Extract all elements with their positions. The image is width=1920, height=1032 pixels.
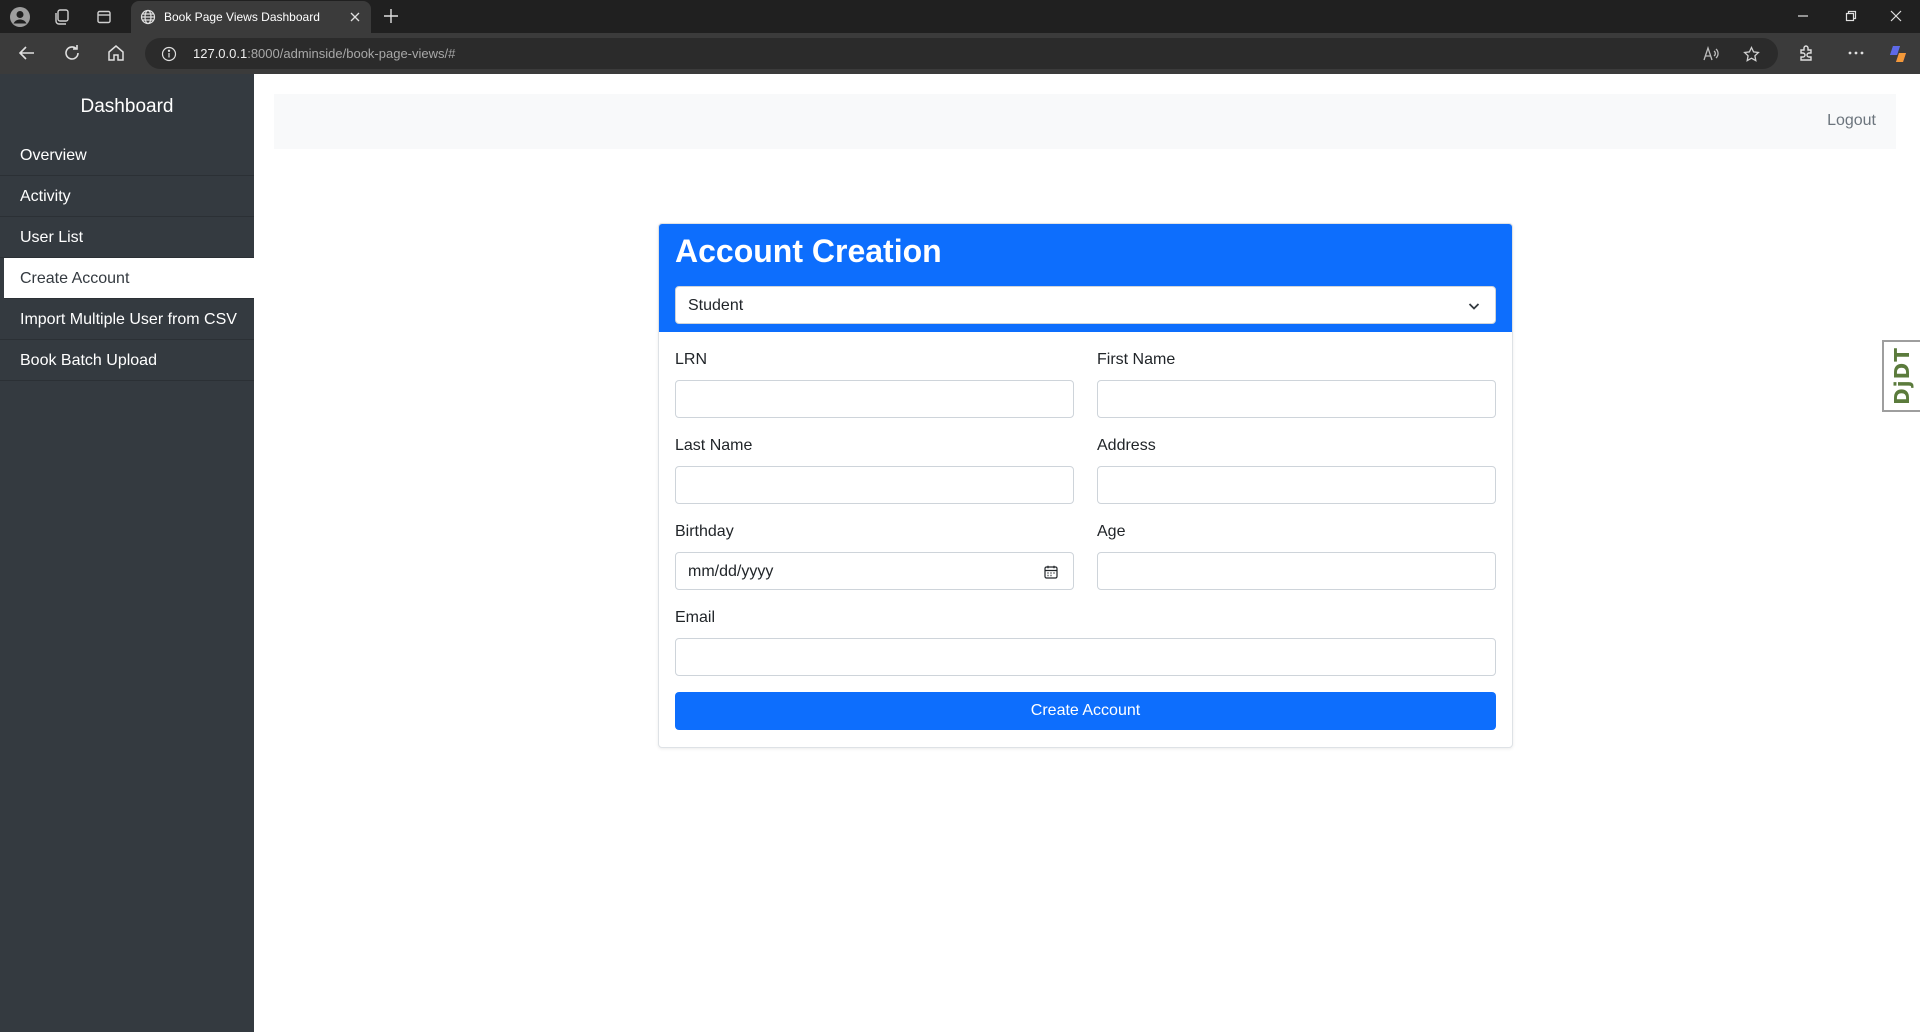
- chevron-down-icon: [1467, 299, 1481, 313]
- minimize-icon[interactable]: [1795, 8, 1811, 24]
- url-path: :8000/adminside/book-page-views/#: [247, 46, 456, 61]
- restore-icon[interactable]: [1843, 8, 1859, 24]
- lrn-label: LRN: [675, 351, 708, 368]
- last-name-field[interactable]: [675, 466, 1074, 504]
- birthday-label: Birthday: [675, 523, 734, 540]
- sidebar-item-import-csv[interactable]: Import Multiple User from CSV: [0, 299, 254, 340]
- last-name-label: Last Name: [675, 437, 753, 454]
- age-label: Age: [1097, 523, 1126, 540]
- lrn-input[interactable]: [676, 381, 1073, 417]
- age-input[interactable]: [1098, 553, 1495, 589]
- role-select-value: Student: [688, 297, 744, 314]
- logout-link[interactable]: Logout: [1827, 112, 1876, 130]
- djdt-label: DjDT: [1890, 347, 1915, 405]
- django-debug-toolbar-handle[interactable]: DjDT: [1882, 340, 1920, 412]
- create-account-button[interactable]: Create Account: [675, 692, 1496, 730]
- site-info-icon[interactable]: [161, 46, 177, 62]
- url-host: 127.0.0.1: [193, 46, 248, 61]
- page-viewport: Dashboard Overview Activity User List Cr…: [0, 74, 1920, 1032]
- browser-tab-bar: Book Page Views Dashboard: [0, 0, 1920, 33]
- email-input[interactable]: [676, 639, 1495, 675]
- tab-title: Book Page Views Dashboard: [164, 10, 320, 24]
- sidebar-item-book-batch-upload[interactable]: Book Batch Upload: [0, 340, 254, 381]
- reload-icon[interactable]: [62, 43, 82, 63]
- favorite-star-icon[interactable]: [1743, 46, 1760, 63]
- address-input[interactable]: [1098, 467, 1495, 503]
- first-name-input[interactable]: [1098, 381, 1495, 417]
- account-creation-card: Account Creation Student LRN First Name …: [658, 223, 1513, 748]
- address-field[interactable]: [1097, 466, 1496, 504]
- close-window-icon[interactable]: [1888, 8, 1904, 24]
- back-arrow-icon[interactable]: [17, 43, 37, 63]
- home-icon[interactable]: [106, 43, 126, 63]
- card-title: Account Creation: [675, 233, 942, 269]
- url-input[interactable]: 127.0.0.1:8000/adminside/book-page-views…: [145, 38, 1778, 69]
- birthday-field[interactable]: mm/dd/yyyy: [675, 552, 1074, 590]
- top-navbar: Logout: [274, 94, 1896, 149]
- close-tab-icon[interactable]: [347, 9, 363, 25]
- more-menu-icon[interactable]: [1846, 43, 1866, 63]
- email-label: Email: [675, 609, 716, 626]
- sidebar-item-user-list[interactable]: User List: [0, 217, 254, 258]
- calendar-icon[interactable]: [1043, 564, 1059, 580]
- last-name-input[interactable]: [676, 467, 1073, 503]
- sidebar-item-activity[interactable]: Activity: [0, 176, 254, 217]
- extensions-icon[interactable]: [1797, 43, 1817, 63]
- sidebar-title: Dashboard: [80, 96, 174, 117]
- first-name-label: First Name: [1097, 351, 1176, 368]
- role-select[interactable]: Student: [675, 286, 1496, 324]
- address-label: Address: [1097, 437, 1156, 454]
- birthday-placeholder: mm/dd/yyyy: [688, 563, 774, 580]
- first-name-field[interactable]: [1097, 380, 1496, 418]
- sidebar-item-create-account[interactable]: Create Account: [4, 258, 254, 299]
- profile-icon[interactable]: [9, 6, 31, 28]
- lrn-field[interactable]: [675, 380, 1074, 418]
- read-aloud-icon[interactable]: [1702, 46, 1720, 62]
- sidebar: Dashboard Overview Activity User List Cr…: [0, 74, 254, 1032]
- new-tab-icon[interactable]: [382, 7, 400, 25]
- email-field[interactable]: [675, 638, 1496, 676]
- collections-icon[interactable]: [51, 6, 73, 28]
- browser-address-bar: 127.0.0.1:8000/adminside/book-page-views…: [0, 33, 1920, 74]
- globe-icon: [140, 9, 156, 25]
- browser-tab-active[interactable]: Book Page Views Dashboard: [131, 1, 371, 33]
- tab-actions-icon[interactable]: [93, 6, 115, 28]
- url-text: 127.0.0.1:8000/adminside/book-page-views…: [193, 46, 455, 61]
- card-header: Account Creation Student: [659, 224, 1512, 332]
- sidebar-menu: Overview Activity User List Create Accou…: [0, 135, 254, 381]
- copilot-icon[interactable]: [1887, 43, 1909, 65]
- sidebar-item-overview[interactable]: Overview: [0, 135, 254, 176]
- age-field[interactable]: [1097, 552, 1496, 590]
